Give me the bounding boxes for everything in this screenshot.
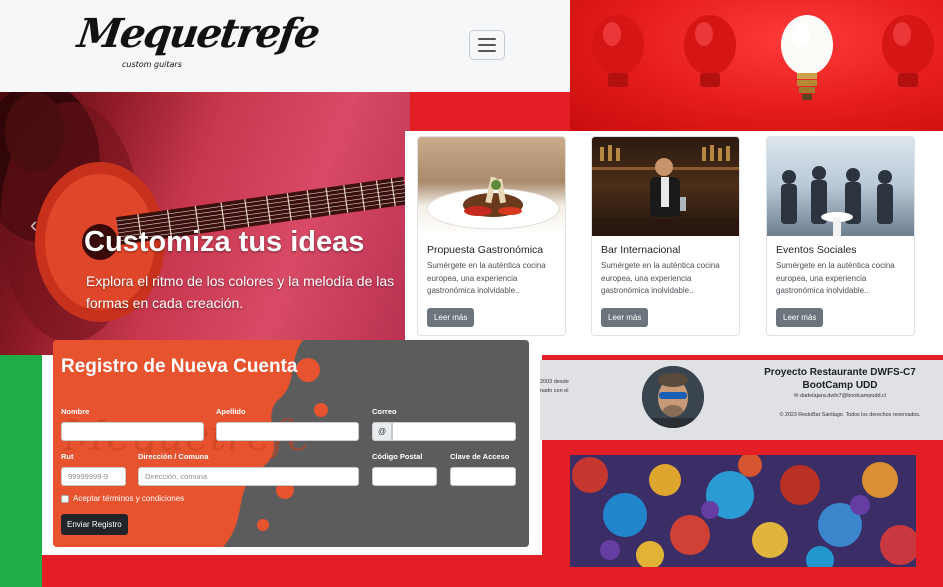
card-text: Sumérgete en la auténtica cocina europea… [776, 261, 895, 295]
footer-about-text: 2003 desde nado con el [540, 379, 569, 394]
terms-label: Aceptar términos y condiciones [73, 494, 185, 503]
light-bulbs-image [570, 0, 943, 131]
form-title: Registro de Nueva Cuenta [61, 356, 298, 377]
site-header: Mequetrefe custom guitars [0, 0, 570, 92]
apellido-input[interactable] [216, 422, 359, 441]
bulbs-illustration [592, 15, 934, 100]
bulb-red-1 [592, 15, 644, 87]
leer-mas-button[interactable]: Leer más [776, 307, 824, 327]
navbar-toggler-button[interactable] [469, 30, 505, 60]
label-nombre: Nombre [61, 407, 90, 416]
terms-checkbox[interactable] [61, 495, 69, 503]
hero-subtitle: Explora el ritmo de los colores y la mel… [86, 273, 395, 311]
card-gastronomia: Propuesta Gastronómica Sumérgete en la a… [417, 136, 566, 336]
site-footer: 2003 desde nado con el Proyecto Restaura… [540, 360, 943, 440]
hero-title: Customiza tus ideas [84, 226, 365, 258]
brand-logo[interactable]: Mequetrefe custom guitars [75, 10, 321, 80]
footer-email-link[interactable]: ✉ dadelajara.dwfs7@bootcampudd.cl [760, 393, 920, 399]
hamburger-menu-icon [478, 38, 496, 40]
card-title: Bar Internacional [601, 244, 681, 256]
avatar [642, 366, 704, 428]
label-direccion: Dirección / Comuna [138, 452, 209, 461]
leer-mas-button[interactable]: Leer más [427, 307, 475, 327]
card-eventos: Eventos Sociales Sumérgete en la auténti… [766, 136, 915, 336]
label-codigo-postal: Código Postal [372, 452, 423, 461]
rut-input[interactable]: 99999999-9 [61, 467, 126, 486]
card-title: Eventos Sociales [776, 244, 857, 256]
nombre-input[interactable] [61, 422, 204, 441]
label-clave: Clave de Acceso [450, 452, 510, 461]
food-plate-image [418, 137, 565, 236]
label-correo: Correo [372, 407, 397, 416]
leer-mas-button[interactable]: Leer más [601, 307, 649, 327]
card-text: Sumérgete en la auténtica cocina europea… [601, 261, 720, 295]
logo-subtext: custom guitars [122, 60, 182, 69]
guitarist-image [0, 92, 409, 342]
card-title: Propuesta Gastronómica [427, 244, 544, 256]
envelope-icon: ✉ [793, 393, 799, 399]
bulb-red-3 [882, 15, 934, 87]
footer-copyright: © 2023 RestoBar Santiago. Todos los dere… [779, 412, 921, 418]
services-cards: Propuesta Gastronómica Sumérgete en la a… [405, 131, 943, 355]
footer-title: Proyecto Restaurante DWFS-C7 BootCamp UD… [764, 367, 916, 391]
green-background-strip [0, 355, 42, 587]
direccion-input[interactable]: Dirección, comuna [138, 467, 359, 486]
bulb-lit [781, 15, 833, 100]
label-apellido: Apellido [216, 407, 246, 416]
codigo-postal-input[interactable] [372, 467, 437, 486]
registration-form: Mequetrefe Registro de Nueva Cuenta Nomb… [53, 340, 529, 547]
logo-script: Mequetrefe [74, 10, 322, 57]
bartender-image [592, 137, 739, 236]
at-sign-addon: @ [372, 422, 392, 441]
label-rut: Rut [61, 452, 74, 461]
email-input[interactable] [392, 422, 516, 441]
password-input[interactable] [450, 467, 516, 486]
chevron-left-icon[interactable]: ‹ [30, 212, 37, 238]
card-bar: Bar Internacional Sumérgete en la autént… [591, 136, 740, 336]
social-event-image [767, 137, 914, 236]
bulb-red-2 [684, 15, 736, 87]
paint-splash-image [570, 455, 916, 567]
submit-register-button[interactable]: Enviar Registro [61, 514, 128, 535]
hero-carousel: ‹ Customiza tus ideas Explora el ritmo d… [0, 92, 410, 355]
card-text: Sumérgete en la auténtica cocina europea… [427, 261, 546, 295]
